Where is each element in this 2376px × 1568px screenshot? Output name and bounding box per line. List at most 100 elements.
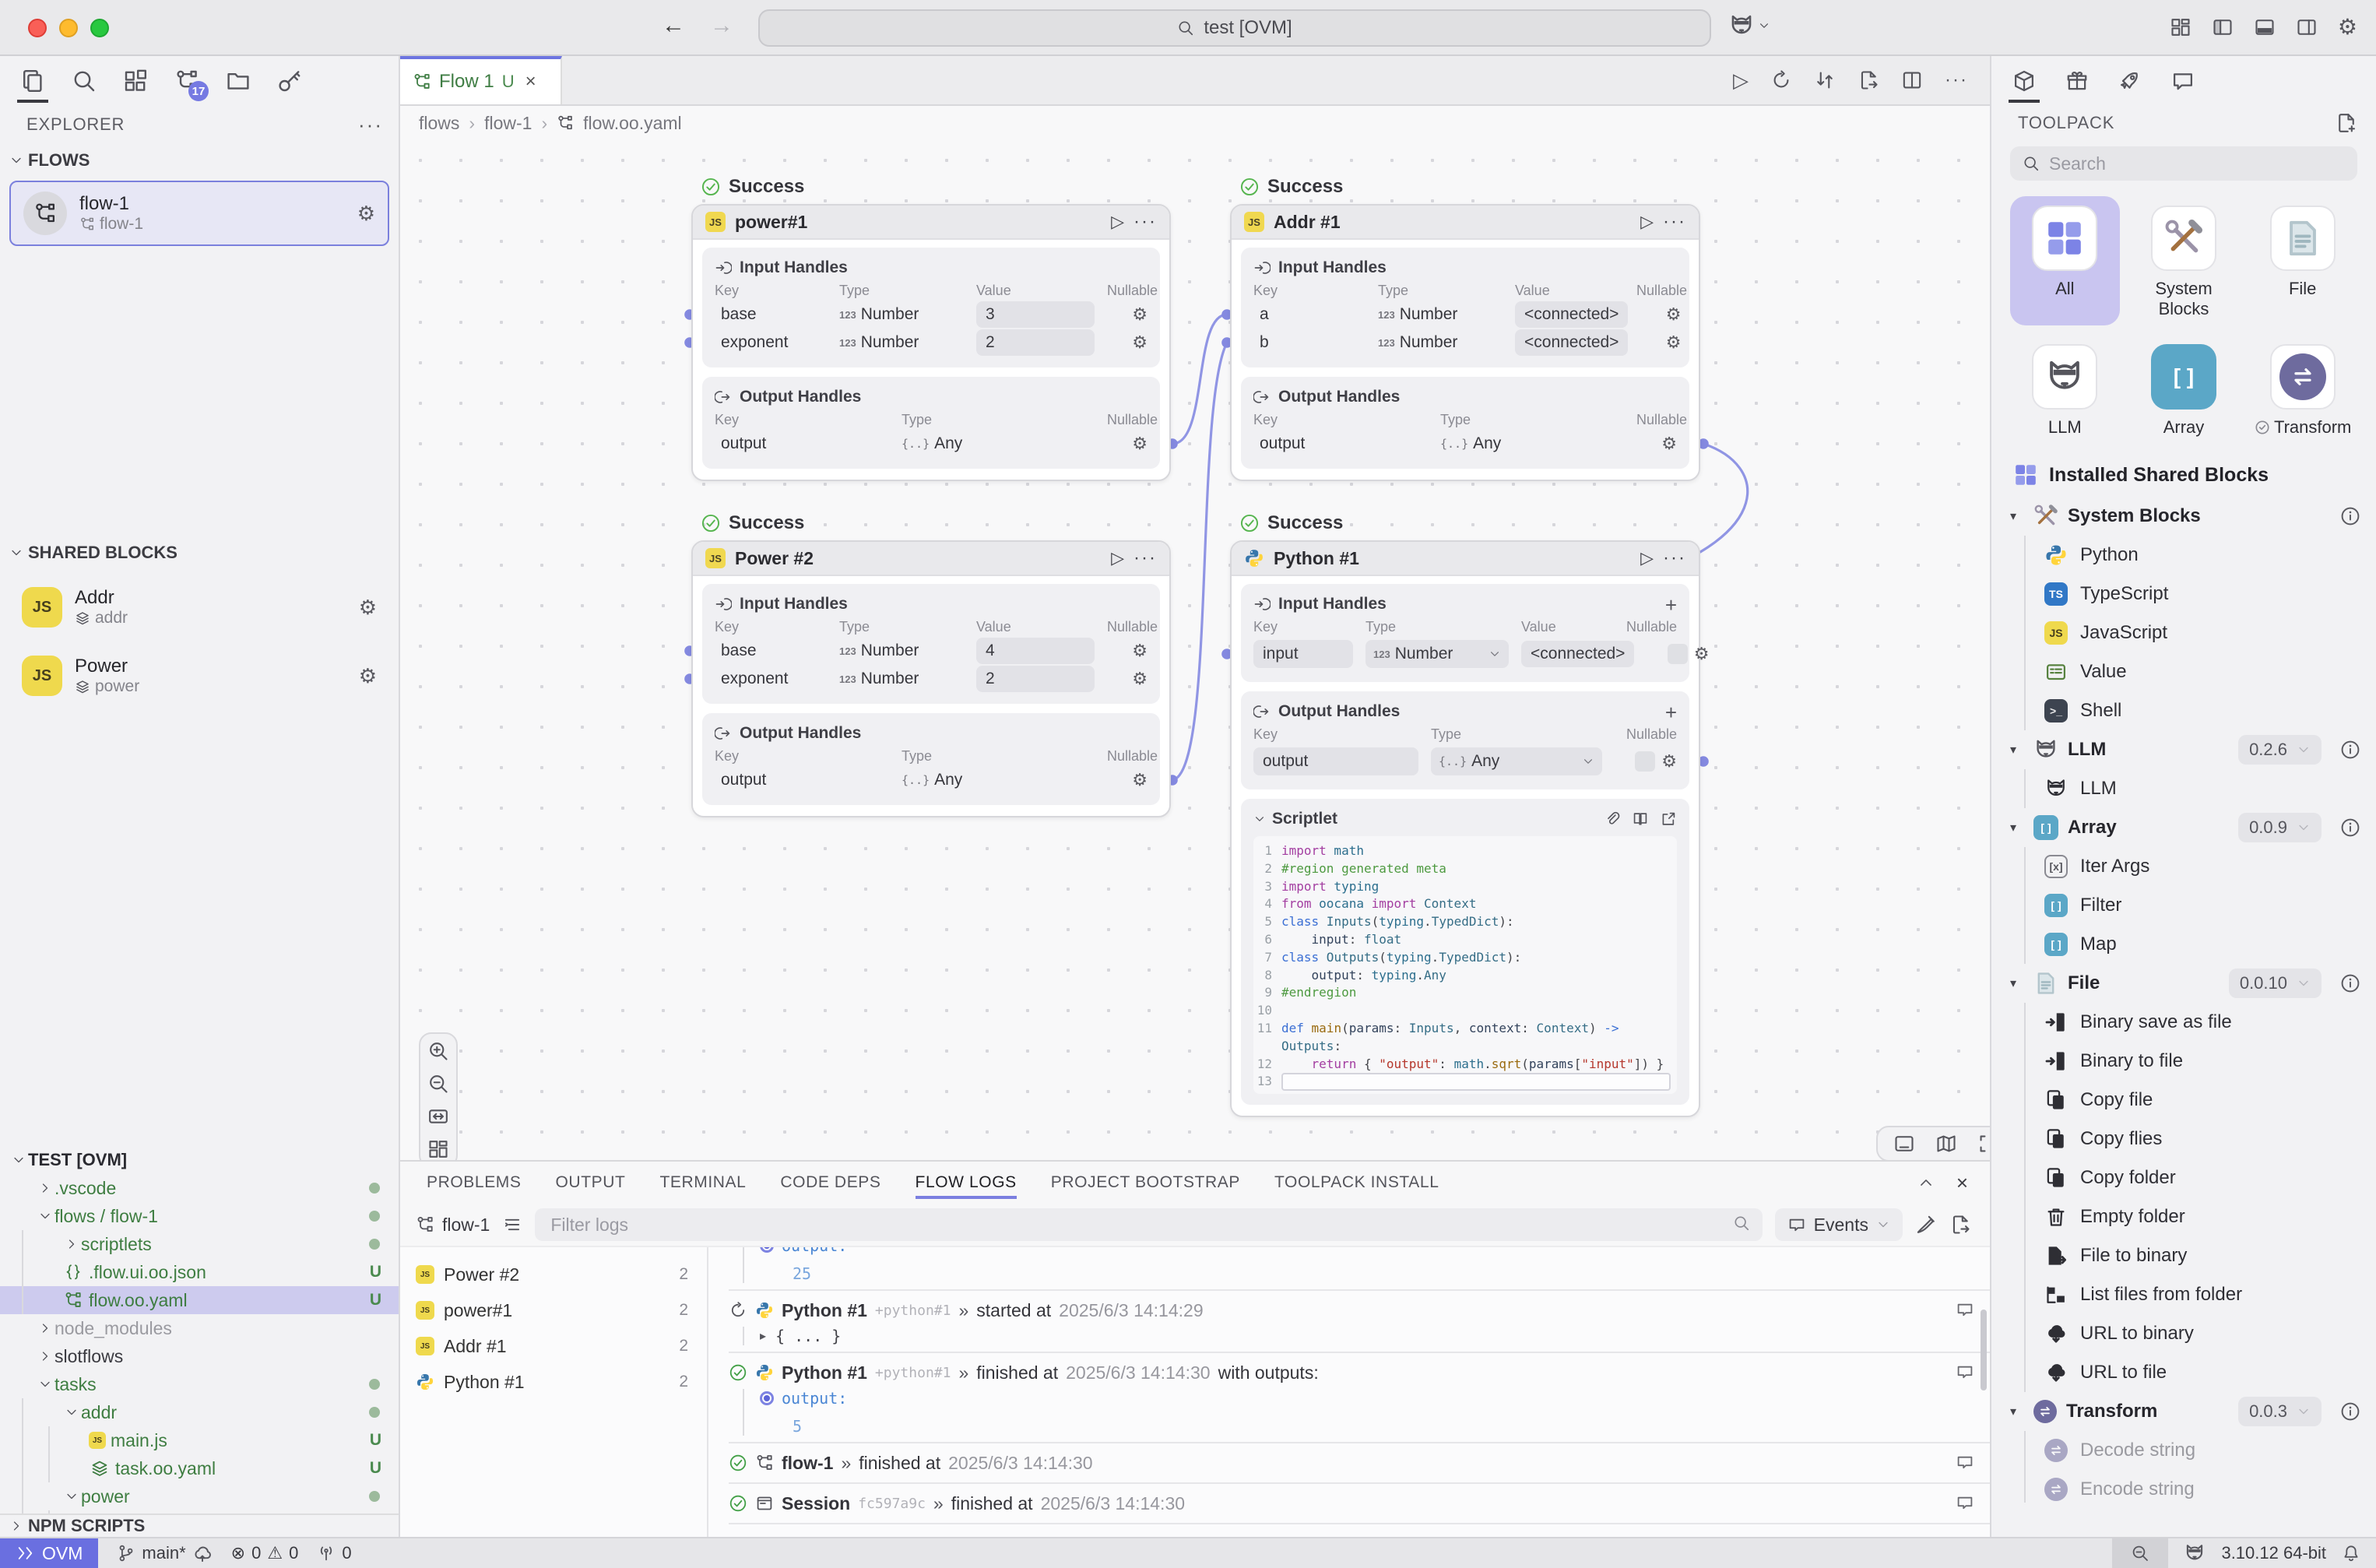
gear-icon[interactable]: ⚙ xyxy=(1132,770,1148,790)
output-row-output[interactable]: output{..}Any⚙ xyxy=(1253,430,1677,458)
panel-bottom-icon[interactable] xyxy=(2254,16,2276,38)
compare-runs-icon[interactable] xyxy=(1814,69,1836,91)
key-activity-icon[interactable] xyxy=(269,59,310,103)
breadcrumb-file[interactable]: flow.oo.yaml xyxy=(583,113,682,134)
block-item-list-files-from-folder[interactable]: List files from folder xyxy=(1991,1275,2376,1314)
git-branch-item[interactable]: main* xyxy=(117,1543,212,1563)
command-center-search[interactable]: test [OVM] xyxy=(758,9,1711,47)
fullscreen-icon[interactable] xyxy=(1977,1133,1990,1155)
panel-close-icon[interactable]: × xyxy=(1956,1171,1968,1195)
settings-gear-icon[interactable]: ⚙ xyxy=(2338,14,2357,40)
block-item-llm[interactable]: LLM xyxy=(1991,769,2376,808)
tree-item-node-modules[interactable]: node_modules xyxy=(0,1314,399,1342)
forward-button[interactable]: → xyxy=(710,12,733,39)
breadcrumb-flows[interactable]: flows xyxy=(419,113,459,134)
scriptlet-header[interactable]: Scriptlet xyxy=(1253,807,1677,831)
zoom-status-button[interactable] xyxy=(2112,1538,2168,1568)
run-flow-icon[interactable]: ▷ xyxy=(1733,69,1749,93)
group-transform[interactable]: ▾Transform0.0.3 xyxy=(1991,1392,2376,1431)
gear-icon[interactable]: ⚙ xyxy=(1132,332,1148,353)
mascot-icon[interactable] xyxy=(1728,12,1755,39)
group-file[interactable]: ▾File0.0.10 xyxy=(1991,964,2376,1003)
shared-block-item[interactable]: JSPowerpower⚙ xyxy=(9,645,389,707)
tree-item-scriptlets[interactable]: scriptlets xyxy=(0,1230,399,1258)
node-more-icon[interactable]: ··· xyxy=(1663,547,1686,569)
node-more-icon[interactable]: ··· xyxy=(1134,547,1157,569)
info-icon[interactable] xyxy=(2340,506,2360,526)
breadcrumb-flow-1[interactable]: flow-1 xyxy=(484,113,532,134)
new-toolpack-icon[interactable] xyxy=(2336,112,2357,134)
blocks-activity-icon[interactable] xyxy=(115,59,156,103)
toolpack-search[interactable] xyxy=(2010,146,2357,181)
gear-icon[interactable]: ⚙ xyxy=(1666,304,1682,325)
tree-item-slotflows[interactable]: slotflows xyxy=(0,1342,399,1370)
mascot-status-icon[interactable] xyxy=(2184,1542,2206,1564)
value-cell[interactable]: 4 xyxy=(976,638,1095,664)
gear-icon[interactable]: ⚙ xyxy=(1666,332,1682,353)
type-cell[interactable]: 123Number xyxy=(1365,640,1509,668)
log-flow-selector[interactable]: flow-1 xyxy=(416,1215,490,1236)
back-button[interactable]: ← xyxy=(662,12,685,39)
nullable-checkbox[interactable] xyxy=(1635,751,1655,772)
panel-tab-flow-logs[interactable]: FLOW LOGS xyxy=(916,1162,1017,1204)
comment-icon[interactable] xyxy=(1956,1453,1974,1471)
events-dropdown[interactable]: Events xyxy=(1775,1208,1903,1241)
panel-left-icon[interactable] xyxy=(2212,16,2234,38)
tree-item-main.js[interactable]: JSmain.jsU xyxy=(0,1426,399,1454)
info-icon[interactable] xyxy=(2340,817,2360,838)
shared-blocks-section-header[interactable]: SHARED BLOCKS xyxy=(0,536,399,570)
open-external-icon[interactable] xyxy=(1660,810,1677,828)
more-actions-icon[interactable]: ··· xyxy=(1945,69,1968,91)
node-more-icon[interactable]: ··· xyxy=(1134,211,1157,233)
log-event-flow-1[interactable]: flow-1»finished at2025/6/3 14:14:30 xyxy=(729,1450,1990,1476)
clear-logs-icon[interactable] xyxy=(1915,1214,1937,1236)
filter-logs-input[interactable] xyxy=(535,1208,1762,1241)
output-row-output[interactable]: output{..}Any⚙ xyxy=(715,430,1148,458)
gear-icon[interactable]: ⚙ xyxy=(1132,304,1148,325)
comment-icon[interactable] xyxy=(1956,1493,1974,1512)
tree-item-.vscode[interactable]: .vscode xyxy=(0,1174,399,1202)
toolpack-search-input[interactable] xyxy=(2049,153,2345,174)
log-node-addr-1[interactable]: JSAddr #12 xyxy=(400,1328,707,1364)
node-addr-1[interactable]: JSAddr #1▷···Input HandlesKeyTypeValueNu… xyxy=(1230,204,1700,481)
node-power-2[interactable]: JSPower #2▷···Input HandlesKeyTypeValueN… xyxy=(691,540,1171,817)
key-cell[interactable]: output xyxy=(1253,747,1418,775)
input-row-input[interactable]: input123Number<connected>⚙ xyxy=(1253,637,1677,671)
node-run-icon[interactable]: ▷ xyxy=(1640,548,1654,568)
explorer-more-icon[interactable]: ··· xyxy=(358,113,383,137)
group-llm[interactable]: ▾LLM0.2.6 xyxy=(1991,730,2376,769)
shared-block-item[interactable]: JSAddraddr⚙ xyxy=(9,576,389,638)
flows-section-header[interactable]: FLOWS xyxy=(0,143,399,178)
input-row-b[interactable]: b123Number<connected>⚙ xyxy=(1253,329,1677,357)
block-item-filter[interactable]: [ ]Filter xyxy=(1991,886,2376,925)
log-node-power-1[interactable]: JSpower#12 xyxy=(400,1292,707,1328)
panel-right-icon[interactable] xyxy=(2296,16,2318,38)
deploy-tab-icon[interactable] xyxy=(2110,59,2150,103)
info-icon[interactable] xyxy=(2340,740,2360,760)
panel-tab-project-bootstrap[interactable]: PROJECT BOOTSTRAP xyxy=(1051,1162,1240,1204)
tree-item-power[interactable]: power xyxy=(0,1482,399,1510)
block-item-empty-folder[interactable]: Empty folder xyxy=(1991,1197,2376,1236)
explorer-activity-icon[interactable] xyxy=(12,59,53,103)
block-item-binary-save-as-file[interactable]: Binary save as file xyxy=(1991,1003,2376,1042)
panel-tab-code-deps[interactable]: CODE DEPS xyxy=(780,1162,880,1204)
tree-item-task.oo.yaml[interactable]: task.oo.yamlU xyxy=(0,1454,399,1482)
zoom-out-icon[interactable] xyxy=(427,1073,449,1095)
node-run-icon[interactable]: ▷ xyxy=(1111,212,1124,232)
block-item-typescript[interactable]: TSTypeScript xyxy=(1991,575,2376,613)
block-item-value[interactable]: Value xyxy=(1991,652,2376,691)
nullable-checkbox[interactable] xyxy=(1668,644,1688,664)
log-event-python-1[interactable]: Python #1+python#1»finished at2025/6/3 1… xyxy=(729,1359,1990,1386)
extensions-tab-icon[interactable] xyxy=(2057,59,2097,103)
tree-item-tasks[interactable]: tasks xyxy=(0,1370,399,1398)
auto-layout-icon[interactable] xyxy=(427,1138,449,1160)
add-output-icon[interactable]: + xyxy=(1665,701,1677,725)
log-node-python-1[interactable]: Python #12 xyxy=(400,1364,707,1400)
log-scrollbar[interactable] xyxy=(1981,1310,1987,1390)
version-select[interactable]: 0.0.3 xyxy=(2238,1397,2322,1426)
gear-icon[interactable]: ⚙ xyxy=(1132,669,1148,689)
log-level-icon[interactable] xyxy=(502,1215,522,1235)
chat-tab-icon[interactable] xyxy=(2163,59,2203,103)
key-cell[interactable]: input xyxy=(1253,640,1353,668)
block-item-shell[interactable]: >_Shell xyxy=(1991,691,2376,730)
